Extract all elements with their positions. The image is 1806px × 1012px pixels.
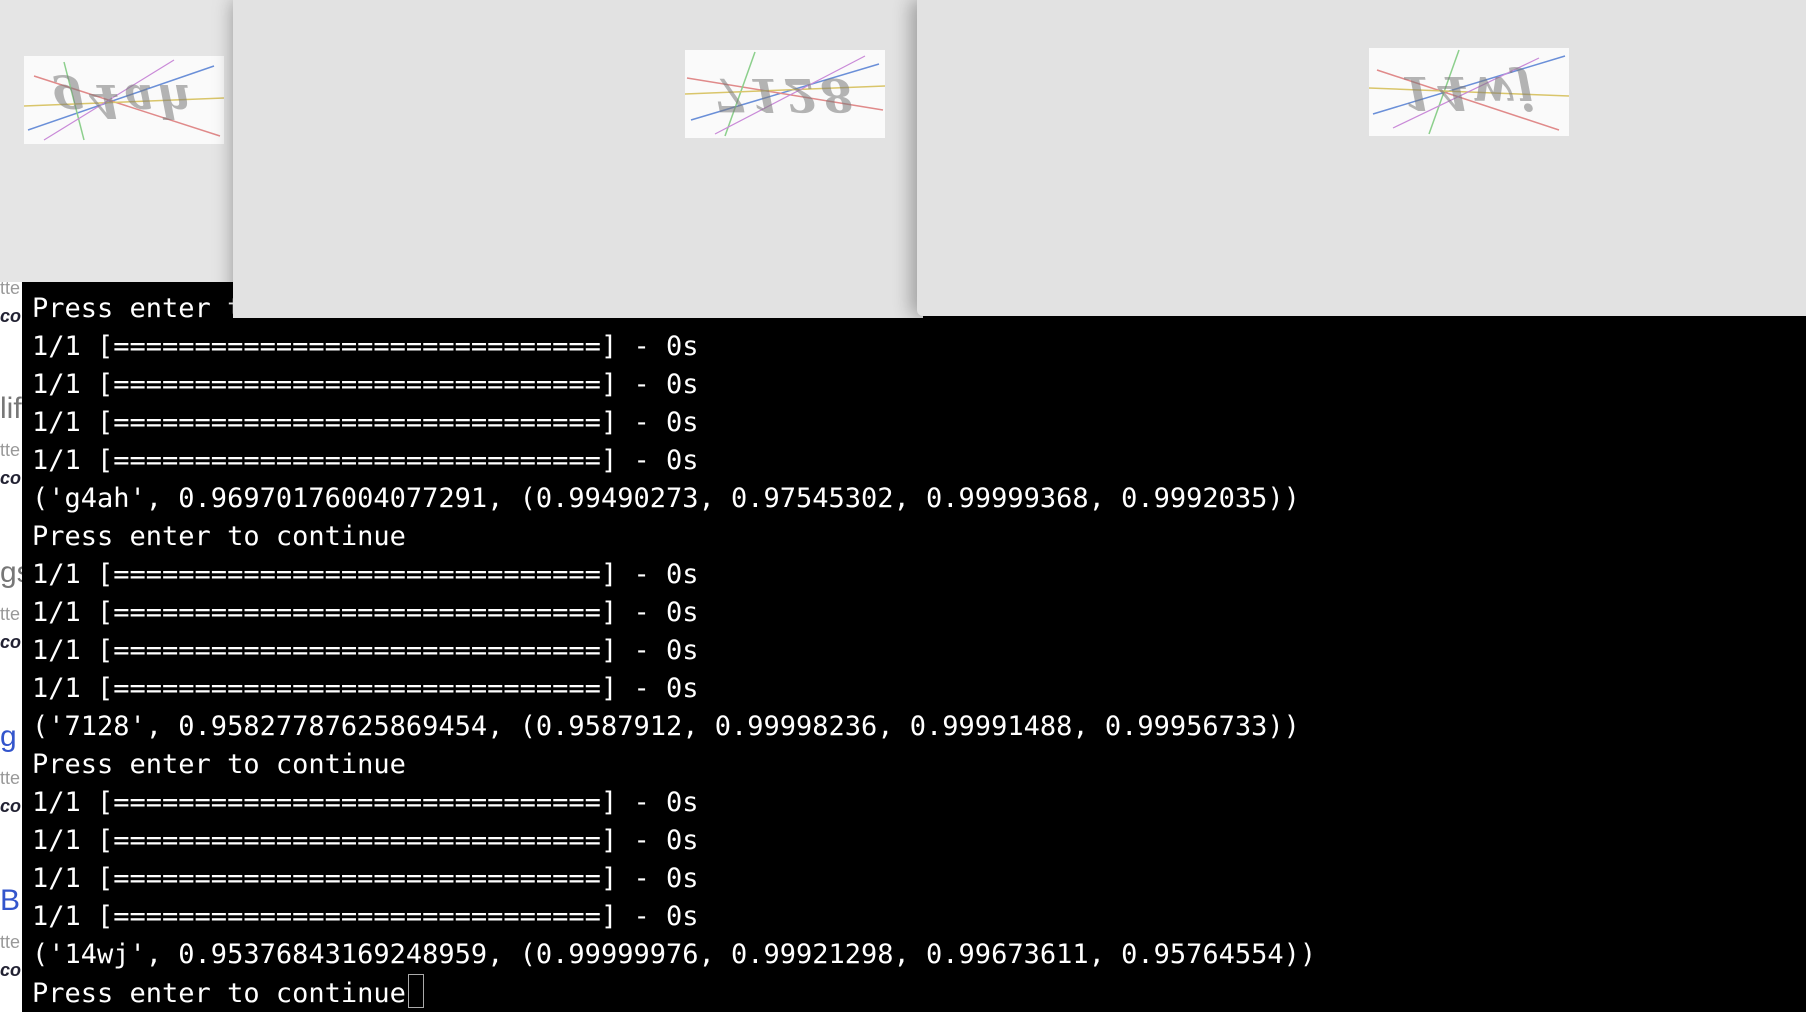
background-link-fragment[interactable]: Br bbox=[0, 884, 24, 918]
terminal-prompt-line: Press enter to continue bbox=[32, 974, 1806, 1012]
terminal-line: Press enter to continue bbox=[32, 749, 406, 780]
terminal-line: 1/1 [==============================] - 0… bbox=[32, 559, 699, 590]
terminal-line: 1/1 [==============================] - 0… bbox=[32, 407, 699, 438]
image-window-1[interactable]: g4ah bbox=[0, 0, 240, 282]
background-text-fragment: tte bbox=[0, 604, 21, 624]
terminal-line: ('14wj', 0.95376843169248959, (0.9999997… bbox=[32, 939, 1317, 970]
terminal-line: 1/1 [==============================] - 0… bbox=[32, 787, 699, 818]
terminal-line: 1/1 [==============================] - 0… bbox=[32, 635, 699, 666]
terminal-line: 1/1 [==============================] - 0… bbox=[32, 369, 699, 400]
background-text-fragment: co bbox=[0, 960, 22, 980]
background-text-fragment: tte bbox=[0, 932, 21, 952]
terminal-line: ('7128', 0.95827787625869454, (0.9587912… bbox=[32, 711, 1300, 742]
captcha-text: 7128 bbox=[712, 68, 858, 122]
captcha-image: g4ah bbox=[24, 56, 224, 144]
terminal-line: ('g4ah', 0.96970176004077291, (0.9949027… bbox=[32, 483, 1300, 514]
background-text-fragment: co bbox=[0, 468, 22, 488]
terminal-cursor bbox=[407, 974, 424, 1008]
terminal-line: Press enter to continue bbox=[32, 521, 406, 552]
background-link-fragment[interactable]: g bbox=[0, 720, 17, 754]
captcha-text: 14wj bbox=[1400, 66, 1538, 120]
image-window-2[interactable]: 7128 bbox=[233, 0, 923, 318]
background-text-fragment: co bbox=[0, 796, 22, 816]
terminal-line: 1/1 [==============================] - 0… bbox=[32, 597, 699, 628]
background-text-fragment: co bbox=[0, 632, 22, 652]
terminal-line: 1/1 [==============================] - 0… bbox=[32, 331, 699, 362]
terminal-line: 1/1 [==============================] - 0… bbox=[32, 673, 699, 704]
background-text-fragment: lif bbox=[0, 392, 22, 425]
terminal-window[interactable]: Press enter to continue 1/1 [===========… bbox=[22, 282, 1806, 1012]
terminal-line: 1/1 [==============================] - 0… bbox=[32, 901, 699, 932]
terminal-line: 1/1 [==============================] - 0… bbox=[32, 825, 699, 856]
terminal-line: 1/1 [==============================] - 0… bbox=[32, 445, 699, 476]
terminal-line: 1/1 [==============================] - 0… bbox=[32, 863, 699, 894]
captcha-image: 7128 bbox=[685, 50, 885, 138]
background-text-fragment: co bbox=[0, 306, 22, 326]
background-text-fragment: tte bbox=[0, 440, 21, 460]
background-text-fragment: tte bbox=[0, 768, 21, 788]
captcha-text: g4ah bbox=[52, 74, 196, 128]
background-text-fragment: gs bbox=[0, 556, 24, 589]
image-window-3[interactable]: 14wj bbox=[917, 0, 1806, 316]
terminal-prompt-text: Press enter to continue bbox=[32, 978, 406, 1009]
captcha-image: 14wj bbox=[1369, 48, 1569, 136]
